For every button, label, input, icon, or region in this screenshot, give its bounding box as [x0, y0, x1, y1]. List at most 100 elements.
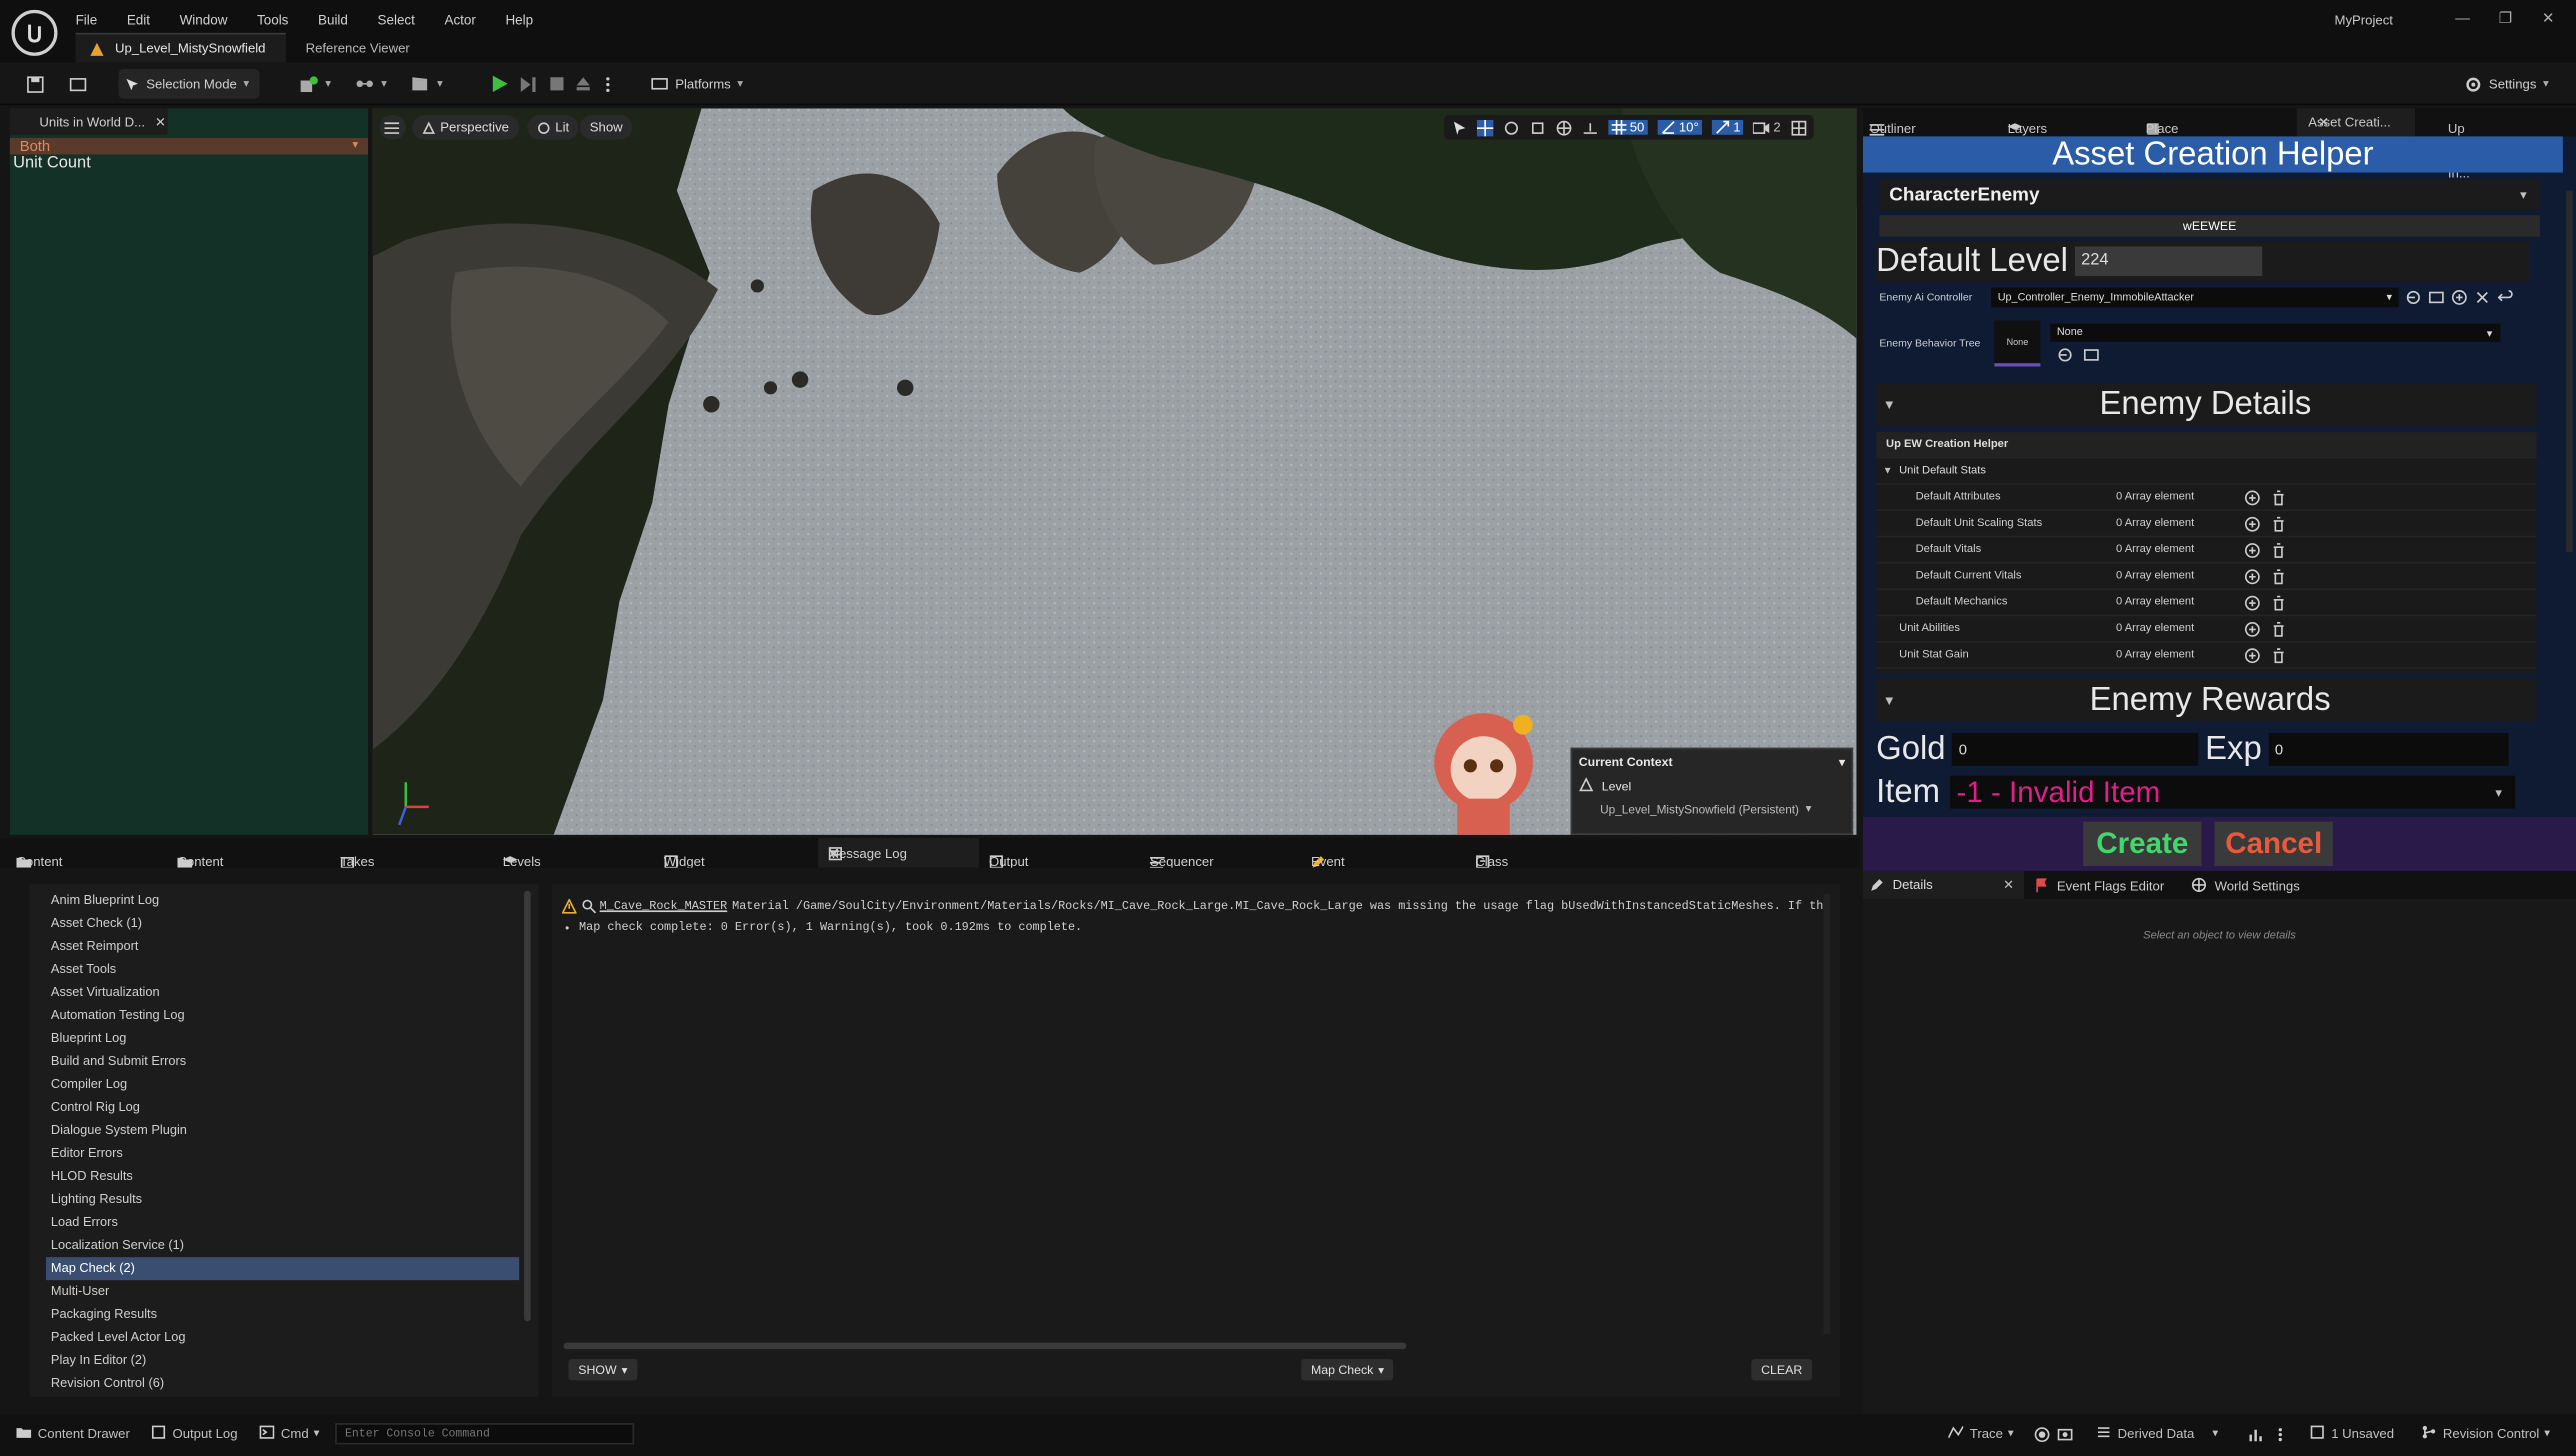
enemy-details-header[interactable]: ▼ Enemy Details — [1876, 382, 2537, 426]
content-drawer-button[interactable]: Content Drawer — [16, 1425, 130, 1441]
behavior-tree-thumbnail[interactable]: None — [1994, 320, 2041, 367]
tab-asset-creation[interactable]: Asset Creati... ✕ — [2296, 108, 2415, 137]
tab-event-flags[interactable]: Event Flags Editor — [2034, 878, 2164, 894]
close-window-button[interactable]: ✕ — [2537, 10, 2560, 30]
log-list-scrollbar[interactable] — [524, 890, 531, 1322]
scale-snap-toggle[interactable]: 1 — [1711, 119, 1744, 135]
stop-icon[interactable] — [542, 69, 572, 99]
log-category-item[interactable]: Build and Submit Errors — [30, 1050, 539, 1073]
search-icon[interactable] — [582, 899, 598, 915]
revision-control-dropdown[interactable]: Revision Control ▾ — [2422, 1425, 2550, 1441]
stats-icon[interactable] — [2247, 1426, 2263, 1442]
create-button[interactable]: Create — [2083, 821, 2202, 867]
log-category-item[interactable]: Asset Check (1) — [30, 912, 539, 935]
close-icon[interactable]: ✕ — [2003, 878, 2014, 893]
rotate-tool-icon[interactable] — [1503, 119, 1519, 135]
enemy-rewards-header[interactable]: ▼ Enemy Rewards — [1876, 678, 2537, 722]
trace-dropdown[interactable]: Trace ▾ — [1948, 1425, 2014, 1441]
tab-outliner[interactable]: Outliner — [1869, 115, 1916, 136]
add-element-icon[interactable] — [2244, 568, 2260, 584]
viewport-menu-button[interactable] — [379, 115, 406, 140]
show-button[interactable]: Show — [579, 115, 633, 140]
ai-controller-dropdown[interactable]: Up_Controller_Enemy_ImmobileAttacker ▾ — [1991, 287, 2399, 308]
platforms-dropdown[interactable]: Platforms ▾ — [644, 69, 750, 99]
log-category-item[interactable]: Control Rig Log — [30, 1096, 539, 1119]
trash-icon[interactable] — [2270, 594, 2286, 610]
log-category-item[interactable]: Asset Reimport — [30, 935, 539, 958]
reset-icon[interactable] — [2497, 289, 2513, 305]
log-category-item[interactable]: Lighting Results — [30, 1188, 539, 1211]
add-element-icon[interactable] — [2244, 594, 2260, 610]
settings-dropdown[interactable]: Settings ▾ — [2458, 69, 2556, 99]
clear-button[interactable]: CLEAR — [1751, 1359, 1813, 1381]
message-vertical-scrollbar[interactable] — [1823, 893, 1831, 1335]
tab-message-log[interactable]: Message Log ✕ — [818, 838, 980, 868]
menu-edit[interactable]: Edit — [127, 12, 150, 27]
screenshot-icon[interactable] — [2057, 1426, 2073, 1442]
log-category-item[interactable]: Editor Errors — [30, 1142, 539, 1165]
log-category-item[interactable]: Packaging Results — [30, 1303, 539, 1326]
cancel-button[interactable]: Cancel — [2214, 821, 2333, 867]
add-actor-icon[interactable]: ▾ — [292, 69, 337, 99]
chevron-down-icon[interactable]: ▾ — [1839, 755, 1845, 769]
grid-snap-toggle[interactable]: 50 — [1608, 119, 1648, 135]
console-command-input[interactable] — [335, 1423, 635, 1445]
log-category-item[interactable]: Asset Virtualization — [30, 981, 539, 1004]
asset-name-field[interactable]: wEEWEE — [1879, 215, 2540, 237]
use-selected-icon[interactable] — [2405, 289, 2421, 305]
exp-input[interactable]: 0 — [2268, 732, 2509, 766]
world-space-icon[interactable] — [1556, 119, 1572, 135]
cmd-dropdown[interactable]: Cmd ▾ — [259, 1425, 319, 1441]
log-category-item[interactable]: Play In Editor (2) — [30, 1349, 539, 1372]
camera-speed-button[interactable]: 2 — [1753, 120, 1781, 135]
unit-default-stats-header[interactable]: ▼ Unit Default Stats — [1876, 458, 2537, 485]
derived-data-dropdown[interactable]: Derived Data ▾ — [2096, 1425, 2218, 1441]
ew-helper-header[interactable]: Up EW Creation Helper — [1876, 432, 2537, 459]
browse-icon[interactable] — [2428, 289, 2444, 305]
more-options-icon[interactable] — [598, 69, 618, 99]
log-category-item[interactable]: Asset Tools — [30, 958, 539, 981]
select-tool-icon[interactable] — [1451, 119, 1467, 135]
translate-tool-icon[interactable] — [1476, 119, 1494, 136]
tab-layers[interactable]: Layers — [2007, 115, 2047, 136]
eject-icon[interactable] — [568, 69, 598, 99]
log-category-item[interactable]: Packed Level Actor Log — [30, 1326, 539, 1349]
menu-window[interactable]: Window — [180, 12, 228, 27]
menu-actor[interactable]: Actor — [444, 12, 475, 27]
selection-mode-dropdown[interactable]: Selection Mode ▾ — [118, 69, 260, 99]
maximize-button[interactable]: ❐ — [2494, 10, 2517, 30]
trash-icon[interactable] — [2270, 489, 2286, 505]
item-dropdown[interactable]: -1 - Invalid Item ▾ — [1949, 775, 2516, 809]
minimize-button[interactable]: — — [2451, 10, 2474, 30]
log-category-item[interactable]: Automation Testing Log — [30, 1004, 539, 1027]
trash-icon[interactable] — [2270, 541, 2286, 558]
units-in-world-tab[interactable]: Units in World D... ✕ — [9, 108, 168, 135]
menu-file[interactable]: File — [76, 12, 98, 27]
menu-build[interactable]: Build — [318, 12, 348, 27]
surface-snap-icon[interactable] — [1582, 119, 1598, 135]
add-icon[interactable] — [2451, 289, 2467, 305]
class-select-dropdown[interactable]: CharacterEnemy ▾ — [1879, 179, 2540, 211]
menu-help[interactable]: Help — [505, 12, 533, 27]
message-horizontal-scrollbar[interactable] — [563, 1342, 1407, 1350]
unit-filter-dropdown[interactable]: Both ▾ — [9, 138, 368, 155]
tab-place-actors[interactable]: Place Actors — [2146, 115, 2183, 152]
log-category-item[interactable]: Blueprint Log — [30, 1027, 539, 1050]
use-selected-icon[interactable] — [2057, 347, 2073, 363]
warning-asset-link[interactable]: M_Cave_Rock_MASTER — [600, 901, 728, 914]
log-category-item[interactable]: Map Check (2) — [45, 1257, 520, 1281]
trash-icon[interactable] — [2270, 568, 2286, 584]
close-icon[interactable]: ✕ — [2318, 115, 2329, 130]
lit-button[interactable]: Lit — [527, 115, 580, 140]
tab-world-settings[interactable]: World Settings — [2191, 877, 2300, 894]
rotation-snap-toggle[interactable]: 10° — [1657, 119, 1703, 135]
content-browser-icon[interactable] — [62, 69, 93, 99]
add-element-icon[interactable] — [2244, 647, 2260, 663]
unsaved-indicator[interactable]: 1 Unsaved — [2310, 1425, 2394, 1441]
tab-details[interactable]: Details ✕ — [1862, 870, 2024, 899]
clear-icon[interactable] — [2474, 289, 2490, 305]
play-icon[interactable] — [483, 69, 516, 99]
trash-icon[interactable] — [2270, 515, 2286, 531]
log-category-item[interactable]: HLOD Results — [30, 1165, 539, 1188]
blueprints-icon[interactable]: ▾ — [348, 69, 393, 99]
